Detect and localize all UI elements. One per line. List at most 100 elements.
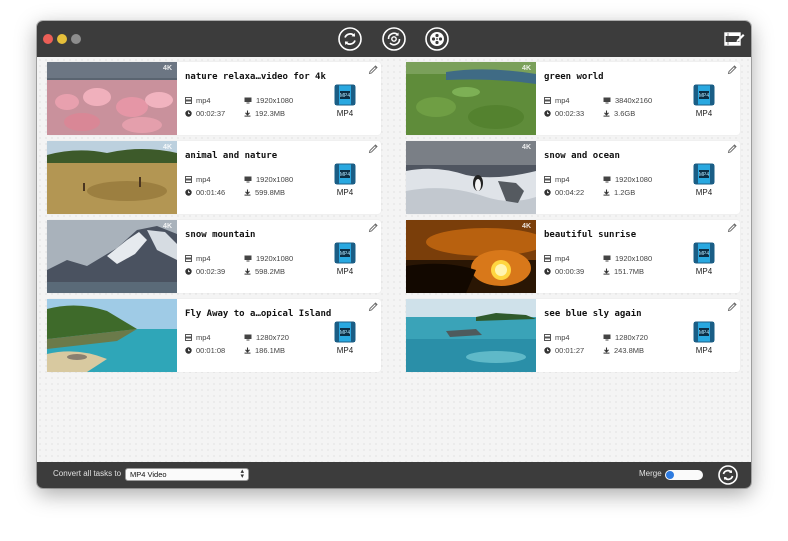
bottom-bar: Convert all tasks to MP4 Video ▴ ▾ Merge bbox=[37, 462, 751, 488]
dvd-rip-tab[interactable] bbox=[382, 27, 406, 51]
video-title: nature relaxa…video for 4k bbox=[185, 72, 326, 82]
film-icon bbox=[185, 334, 192, 341]
video-size: 598.2MB bbox=[244, 267, 285, 276]
video-thumbnail[interactable]: 4K bbox=[406, 141, 536, 214]
video-thumbnail[interactable] bbox=[47, 299, 177, 372]
monitor-icon bbox=[244, 255, 252, 262]
media-tab[interactable] bbox=[425, 27, 449, 51]
clock-icon bbox=[185, 110, 192, 117]
download-icon bbox=[244, 110, 251, 117]
zoom-window-button[interactable] bbox=[71, 34, 81, 44]
mp4-format-icon[interactable]: MP4 bbox=[334, 84, 356, 106]
film-icon bbox=[544, 176, 551, 183]
video-resolution: 1920x1080 bbox=[244, 175, 293, 184]
pencil-icon[interactable] bbox=[727, 222, 738, 233]
convert-all-label: Convert all tasks to bbox=[53, 469, 122, 478]
video-thumbnail[interactable]: 4K bbox=[406, 62, 536, 135]
mp4-format-icon[interactable]: MP4 bbox=[693, 321, 715, 343]
video-card[interactable]: 4K animal and nature mp4 00:01:46 1920x1… bbox=[47, 141, 381, 214]
video-edit-button[interactable] bbox=[723, 28, 745, 50]
download-icon bbox=[603, 110, 610, 117]
monitor-icon bbox=[603, 334, 611, 341]
video-size: 243.8MB bbox=[603, 346, 644, 355]
output-format-label: MP4 bbox=[695, 188, 713, 197]
monitor-icon bbox=[244, 97, 252, 104]
video-card[interactable]: 4K nature relaxa…video for 4k mp4 00:02:… bbox=[47, 62, 381, 135]
video-size: 3.6GB bbox=[603, 109, 635, 118]
video-format: mp4 bbox=[185, 254, 211, 263]
video-duration: 00:01:27 bbox=[544, 346, 584, 355]
clock-icon bbox=[544, 347, 551, 354]
pencil-icon[interactable] bbox=[368, 64, 379, 75]
video-duration: 00:01:46 bbox=[185, 188, 225, 197]
minimize-window-button[interactable] bbox=[57, 34, 67, 44]
pencil-icon[interactable] bbox=[727, 301, 738, 312]
select-arrows-icon: ▴ ▾ bbox=[240, 468, 244, 480]
video-resolution: 1920x1080 bbox=[603, 254, 652, 263]
video-resolution: 1280x720 bbox=[603, 333, 648, 342]
mp4-format-icon[interactable]: MP4 bbox=[334, 321, 356, 343]
film-icon bbox=[544, 97, 551, 104]
pencil-icon[interactable] bbox=[368, 143, 379, 154]
video-title: Fly Away to a…opical Island bbox=[185, 309, 332, 319]
output-format-label: MP4 bbox=[695, 109, 713, 118]
video-thumbnail[interactable] bbox=[406, 299, 536, 372]
convert-tab[interactable] bbox=[338, 27, 362, 64]
output-format-label: MP4 bbox=[336, 267, 354, 276]
video-card[interactable]: 4K green world mp4 00:02:33 3840x2160 3.… bbox=[406, 62, 740, 135]
film-icon bbox=[185, 255, 192, 262]
video-size: 151.7MB bbox=[603, 267, 644, 276]
output-format-select[interactable]: MP4 Video ▴ ▾ bbox=[125, 468, 249, 481]
mp4-format-icon[interactable]: MP4 bbox=[334, 163, 356, 185]
pencil-icon[interactable] bbox=[368, 301, 379, 312]
video-resolution: 1920x1080 bbox=[603, 175, 652, 184]
mp4-format-icon[interactable]: MP4 bbox=[334, 242, 356, 264]
clock-icon bbox=[185, 347, 192, 354]
video-format: mp4 bbox=[544, 254, 570, 263]
video-resolution: 1920x1080 bbox=[244, 254, 293, 263]
video-title: beautiful sunrise bbox=[544, 230, 637, 240]
video-format: mp4 bbox=[544, 96, 570, 105]
pencil-icon[interactable] bbox=[727, 143, 738, 154]
video-size: 599.8MB bbox=[244, 188, 285, 197]
merge-toggle[interactable] bbox=[665, 470, 703, 480]
video-resolution: 1280x720 bbox=[244, 333, 289, 342]
video-title: snow mountain bbox=[185, 230, 256, 240]
pencil-icon[interactable] bbox=[727, 64, 738, 75]
mp4-format-icon[interactable]: MP4 bbox=[693, 163, 715, 185]
convert-start-icon bbox=[718, 465, 738, 485]
video-thumbnail[interactable]: 4K bbox=[47, 141, 177, 214]
clock-icon bbox=[544, 189, 551, 196]
mp4-format-icon[interactable]: MP4 bbox=[693, 84, 715, 106]
svg-text:MP4: MP4 bbox=[340, 172, 351, 178]
film-icon bbox=[544, 334, 551, 341]
pencil-icon[interactable] bbox=[368, 222, 379, 233]
quality-badge: 4K bbox=[163, 65, 172, 72]
video-thumbnail[interactable]: 4K bbox=[47, 62, 177, 135]
video-size: 192.3MB bbox=[244, 109, 285, 118]
video-duration: 00:02:39 bbox=[185, 267, 225, 276]
output-format-label: MP4 bbox=[695, 346, 713, 355]
video-card[interactable]: 4K beautiful sunrise mp4 00:00:39 1920x1… bbox=[406, 220, 740, 293]
film-icon bbox=[185, 176, 192, 183]
video-title: snow and ocean bbox=[544, 151, 620, 161]
convert-all-button[interactable] bbox=[718, 465, 738, 485]
mp4-format-icon[interactable]: MP4 bbox=[693, 242, 715, 264]
video-edit-icon bbox=[724, 32, 745, 46]
video-format: mp4 bbox=[185, 175, 211, 184]
close-window-button[interactable] bbox=[43, 34, 53, 44]
download-icon bbox=[603, 268, 610, 275]
video-thumbnail[interactable]: 4K bbox=[406, 220, 536, 293]
video-card[interactable]: 4K snow mountain mp4 00:02:39 1920x1080 … bbox=[47, 220, 381, 293]
output-format-label: MP4 bbox=[695, 267, 713, 276]
video-thumbnail[interactable]: 4K bbox=[47, 220, 177, 293]
quality-badge: 4K bbox=[522, 144, 531, 151]
svg-text:MP4: MP4 bbox=[699, 172, 710, 178]
download-icon bbox=[603, 189, 610, 196]
output-format-label: MP4 bbox=[336, 346, 354, 355]
video-card[interactable]: 4K snow and ocean mp4 00:04:22 1920x1080… bbox=[406, 141, 740, 214]
video-card[interactable]: Fly Away to a…opical Island mp4 00:01:08… bbox=[47, 299, 381, 372]
video-card[interactable]: see blue sly again mp4 00:01:27 1280x720… bbox=[406, 299, 740, 372]
svg-text:MP4: MP4 bbox=[699, 93, 710, 99]
film-icon bbox=[185, 97, 192, 104]
